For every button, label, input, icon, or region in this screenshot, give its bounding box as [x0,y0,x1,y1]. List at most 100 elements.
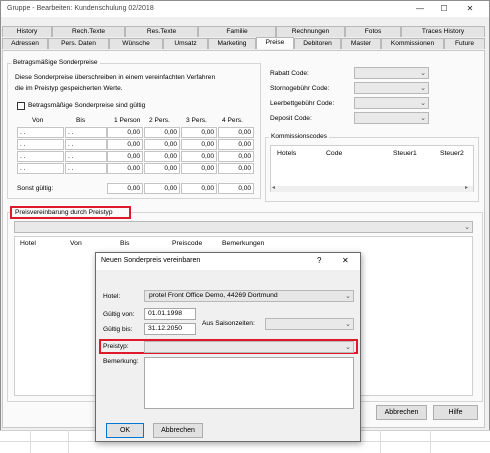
dialog-hotel-value: protel Front Office Demo, 44269 Dortmund [149,292,278,299]
preistyp-filter-select[interactable]: ⌄ [14,221,473,233]
row4-p3[interactable]: 0,00 [181,163,217,174]
row4-p1[interactable]: 0,00 [107,163,143,174]
row2-bis[interactable]: . . [65,139,107,150]
tab-preise[interactable]: Preise [256,37,294,49]
row2-p4[interactable]: 0,00 [218,139,254,150]
col-1-person: 1 Person [114,117,141,124]
close-icon[interactable]: ✕ [459,3,481,15]
row1-p2[interactable]: 0,00 [144,127,180,138]
chevron-down-icon: ⌄ [420,85,426,92]
tab-master[interactable]: Master [341,38,381,49]
tab-wuensche[interactable]: Wünsche [109,38,163,49]
kommission-col-steuer1: Steuer1 [393,150,417,157]
deposit-select[interactable]: ⌄ [354,112,429,124]
preisvereinbarung-title: Preisvereinbarung durch Preistyp [15,209,113,216]
pv-col-bis: Bis [120,240,130,247]
dialog-von-label: Gültig von: [103,311,135,318]
tab-adressen[interactable]: Adressen [2,38,48,49]
row4-p4[interactable]: 0,00 [218,163,254,174]
row1-p3[interactable]: 0,00 [181,127,217,138]
row4-p2[interactable]: 0,00 [144,163,180,174]
window-title: Gruppe - Bearbeiten: Kundenschulung 02/2… [7,5,154,12]
col-von: Von [32,117,44,124]
chevron-down-icon: ⌄ [420,100,426,107]
sonst-p2[interactable]: 0,00 [144,183,180,194]
dialog-title: Neuen Sonderpreis vereinbaren [101,257,201,264]
kommission-col-code: Code [326,150,343,157]
dialog-close-icon[interactable]: ✕ [342,256,349,265]
tab-future[interactable]: Future [444,38,485,49]
row2-p3[interactable]: 0,00 [181,139,217,150]
abbrechen-button[interactable]: Abbrechen [376,405,427,420]
chevron-down-icon: ⌄ [345,321,351,328]
leerbett-label: Leerbettgebühr Code: [270,100,335,107]
chevron-down-icon: ⌄ [420,115,426,122]
grid-line [68,430,69,453]
grid-line [380,430,381,453]
row3-p1[interactable]: 0,00 [107,151,143,162]
tab-fotos[interactable]: Fotos [345,26,401,37]
tab-familie[interactable]: Familie [198,26,276,37]
sonst-p3[interactable]: 0,00 [181,183,217,194]
row2-von[interactable]: . . [17,139,64,150]
kommission-scrollbar[interactable]: ◂ ▸ [271,184,473,192]
special-prices-info-2: die im Preistyp gespeicherten Werte. [15,85,123,92]
row1-p1[interactable]: 0,00 [107,127,143,138]
col-3-pers: 3 Pers. [186,117,207,124]
dialog-saison-select[interactable]: ⌄ [265,318,354,330]
row1-von[interactable]: . . [17,127,64,138]
dialog-abbrechen-button[interactable]: Abbrechen [153,423,203,438]
sonst-p1[interactable]: 0,00 [107,183,143,194]
row3-p2[interactable]: 0,00 [144,151,180,162]
col-4-pers: 4 Pers. [222,117,243,124]
tab-pers-daten[interactable]: Pers. Daten [48,38,109,49]
special-prices-checkbox-label: Betragsmäßige Sonderpreise sind gültig [28,102,146,109]
dialog-von-input[interactable]: 01.01.1998 [144,308,196,320]
scroll-left-icon[interactable]: ◂ [272,184,275,191]
dialog-bis-input[interactable]: 31.12.2050 [144,323,196,335]
minimize-icon[interactable]: — [409,3,431,15]
leerbett-select[interactable]: ⌄ [354,97,429,109]
row3-p3[interactable]: 0,00 [181,151,217,162]
tab-traces-history[interactable]: Traces History [401,26,485,37]
deposit-label: Deposit Code: [270,115,312,122]
sonst-p4[interactable]: 0,00 [218,183,254,194]
row2-p1[interactable]: 0,00 [107,139,143,150]
pv-col-hotel: Hotel [20,240,36,247]
tab-res-texte[interactable]: Res.Texte [125,26,198,37]
tab-rechnungen[interactable]: Rechnungen [276,26,345,37]
dialog-bemerkung-textarea[interactable] [144,357,354,409]
maximize-icon[interactable]: ☐ [433,3,455,15]
row1-p4[interactable]: 0,00 [218,127,254,138]
dialog-saison-label: Aus Saisonzeiten: [202,320,255,327]
row3-von[interactable]: . . [17,151,64,162]
dialog-hotel-label: Hotel: [103,293,121,300]
scroll-right-icon[interactable]: ▸ [465,184,468,191]
kommission-col-hotels: Hotels [277,150,297,157]
tab-history[interactable]: History [2,26,52,37]
row4-bis[interactable]: . . [65,163,107,174]
rabatt-select[interactable]: ⌄ [354,67,429,79]
dialog-help-icon[interactable]: ? [317,256,321,265]
kommission-col-steuer2: Steuer2 [440,150,464,157]
tab-umsatz[interactable]: Umsatz [163,38,208,49]
tab-debitoren[interactable]: Debitoren [294,38,341,49]
dialog-hotel-select[interactable]: protel Front Office Demo, 44269 Dortmund… [144,290,354,302]
tab-marketing[interactable]: Marketing [208,38,256,49]
special-prices-title: Betragsmäßige Sonderpreise [11,59,100,66]
col-bis: Bis [76,117,86,124]
tab-kommissionen[interactable]: Kommissionen [381,38,444,49]
hilfe-button[interactable]: Hilfe [433,405,478,420]
dialog-preistyp-select[interactable]: ⌄ [144,341,354,353]
row4-von[interactable]: . . [17,163,64,174]
row3-p4[interactable]: 0,00 [218,151,254,162]
row1-bis[interactable]: . . [65,127,107,138]
tab-rech-texte[interactable]: Rech.Texte [52,26,125,37]
row2-p2[interactable]: 0,00 [144,139,180,150]
special-prices-checkbox[interactable] [17,102,25,110]
dialog-ok-button[interactable]: OK [106,423,144,438]
dialog-preistyp-label: Preistyp: [103,343,129,350]
pv-col-bemerkungen: Bemerkungen [222,240,265,247]
storno-select[interactable]: ⌄ [354,82,429,94]
row3-bis[interactable]: . . [65,151,107,162]
